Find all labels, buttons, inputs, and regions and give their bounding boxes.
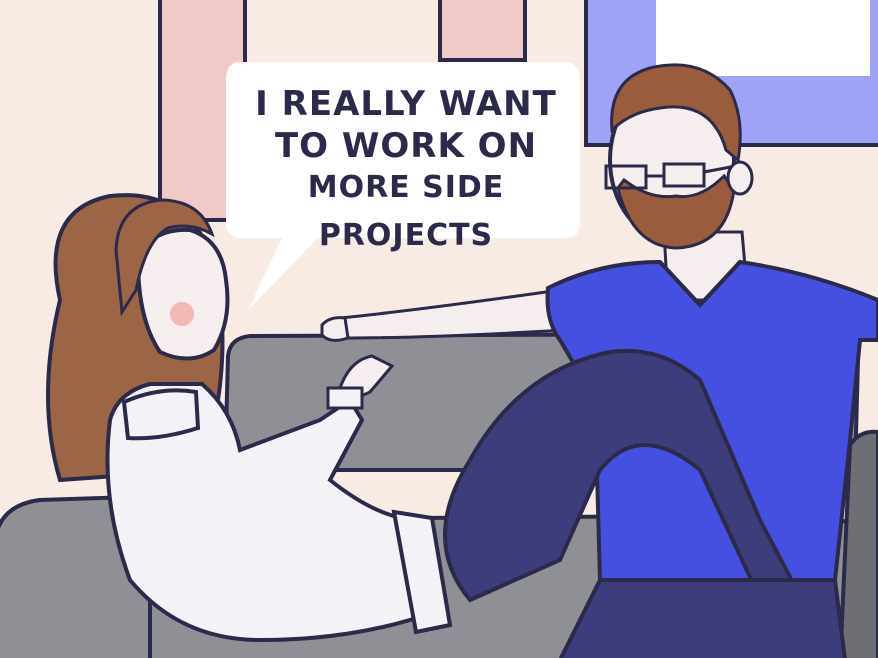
- comic-scene: [0, 0, 878, 658]
